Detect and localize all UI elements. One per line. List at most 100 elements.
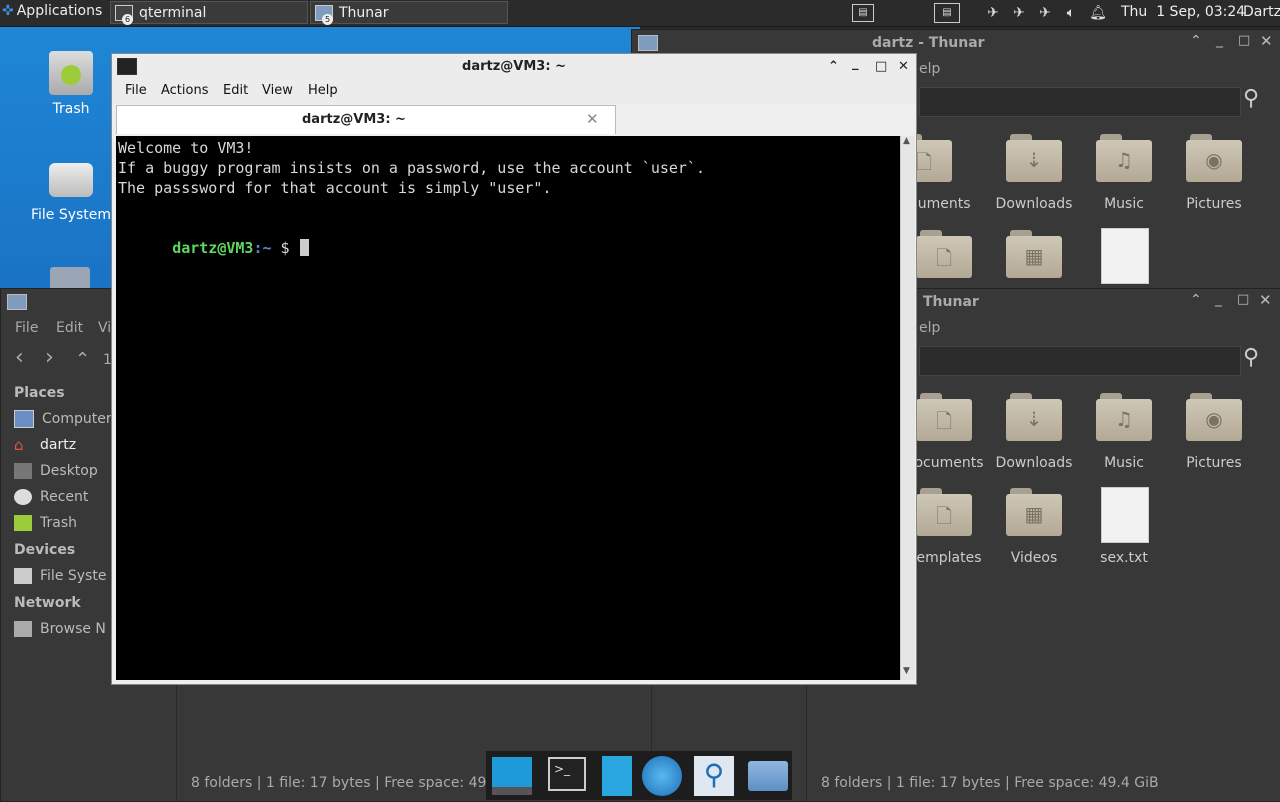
network-header: Network <box>14 595 81 611</box>
task-thunar[interactable]: 5 Thunar <box>310 1 508 25</box>
file-menu[interactable]: File <box>15 320 38 336</box>
pane-divider <box>806 684 807 801</box>
show-desktop-dock-icon[interactable] <box>492 757 532 795</box>
terminal-output[interactable]: Welcome to VM3! If a buggy program insis… <box>116 136 900 680</box>
close-button[interactable]: ✕ <box>1260 32 1273 50</box>
search-icon[interactable]: ⚲ <box>1243 86 1259 111</box>
close-button[interactable]: ✕ <box>898 54 909 80</box>
text-file-icon[interactable] <box>1101 487 1149 543</box>
maximize-button[interactable]: □ <box>1238 33 1250 48</box>
volume-icon[interactable]: 🔈︎ <box>1062 4 1080 22</box>
folder-pictures[interactable]: ◉ <box>1186 393 1242 441</box>
menu-actions[interactable]: Actions <box>161 83 209 98</box>
menu-edit[interactable]: Edit <box>223 83 248 98</box>
terminal-dock-icon[interactable]: >_ <box>548 757 586 791</box>
file-manager-dock-icon[interactable] <box>748 761 788 791</box>
forward-arrow-icon[interactable]: › <box>45 345 54 370</box>
search-dock-icon[interactable]: ⚲ <box>694 756 734 796</box>
network-icon-1[interactable]: ✈ <box>984 4 1002 22</box>
search-icon[interactable]: ⚲ <box>1243 345 1259 370</box>
back-arrow-icon[interactable]: ‹ <box>15 345 24 370</box>
status-bar-left: 8 folders | 1 file: 17 bytes | Free spac… <box>191 775 516 791</box>
menu-file[interactable]: File <box>125 83 147 98</box>
desktop-icon <box>14 463 32 479</box>
prompt-line: dartz@VM3:~ $ <box>118 218 309 278</box>
location-bar[interactable] <box>919 87 1241 117</box>
maximize-button[interactable]: □ <box>1237 292 1249 307</box>
prompt-symbol: $ <box>280 239 290 257</box>
desktop-icon-trash[interactable]: Trash <box>26 51 116 117</box>
terminal-app-icon <box>117 58 137 75</box>
maximize-button[interactable]: □ <box>875 54 887 80</box>
edit-menu[interactable]: Edit <box>56 320 83 336</box>
top-panel: ✜ Applications ⋮ 6 qterminal 5 Thunar ▤ … <box>0 0 1280 27</box>
minimize-button[interactable]: ⌃ <box>1190 292 1202 308</box>
restore-button[interactable]: _ <box>1215 291 1222 307</box>
show-desktop-icon[interactable]: ▤ <box>852 4 874 22</box>
sidebar-item-desktop[interactable]: Desktop <box>14 460 98 482</box>
text-cursor <box>299 239 309 256</box>
trash-icon <box>49 51 93 95</box>
sidebar-item-filesystem[interactable]: File Syste <box>14 565 106 587</box>
folder-templates[interactable]: 🗋 <box>916 488 972 536</box>
network-icon-3[interactable]: ✈ <box>1036 4 1054 22</box>
menu-help[interactable]: Help <box>308 83 338 98</box>
terminal-scrollbar[interactable]: ▲ ▼ <box>900 136 915 680</box>
network-icon-2[interactable]: ✈ <box>1010 4 1028 22</box>
close-tab-icon[interactable]: ✕ <box>586 110 599 128</box>
restore-button[interactable]: _ <box>852 51 859 77</box>
folder-pictures[interactable]: ◉ <box>1186 134 1242 182</box>
sidebar-item-computer[interactable]: Computer <box>14 408 112 430</box>
applications-icon: ✜ <box>2 3 14 19</box>
folder-music[interactable]: ♫ <box>1096 393 1152 441</box>
sidebar-item-recent[interactable]: Recent <box>14 486 88 508</box>
up-arrow-icon[interactable]: ⌃ <box>75 349 90 370</box>
desktop-icon-folder[interactable] <box>50 267 90 289</box>
folder-videos[interactable]: ▦ <box>1006 230 1062 278</box>
home-icon: ⌂ <box>14 436 24 454</box>
folder-downloads[interactable]: ⇣ <box>1006 134 1062 182</box>
window-title: dartz - Thunar <box>872 35 985 51</box>
drive-icon <box>14 568 32 584</box>
scroll-up-arrow-icon[interactable]: ▲ <box>903 136 910 146</box>
folder-downloads[interactable]: ⇣ <box>1006 393 1062 441</box>
clock[interactable]: Thu 1 Sep, 03:24 <box>1121 4 1245 20</box>
sidebar-item-home[interactable]: ⌂ dartz <box>14 434 76 456</box>
folder-music[interactable]: ♫ <box>1096 134 1152 182</box>
output-line: Welcome to VM3! <box>118 139 254 157</box>
terminal-tab[interactable]: dartz@VM3: ~ ✕ <box>116 105 616 134</box>
minimize-button[interactable]: ⌃ <box>1190 33 1202 49</box>
location-bar[interactable] <box>919 346 1241 376</box>
text-file-icon[interactable] <box>1101 228 1149 284</box>
file-cabinet-dock-icon[interactable] <box>602 756 632 796</box>
clock-icon <box>14 489 32 505</box>
applications-menu-button[interactable]: ✜ Applications ⋮ <box>2 3 119 19</box>
scroll-down-arrow-icon[interactable]: ▼ <box>903 666 910 676</box>
desktop-icon-filesystem[interactable]: File System <box>26 159 116 223</box>
folder-documents[interactable]: 🗋 <box>916 393 972 441</box>
task-qterminal[interactable]: 6 qterminal <box>110 1 308 25</box>
qterminal-tray-icon[interactable]: ▤ <box>934 3 960 23</box>
view-menu[interactable]: Vi <box>98 320 111 336</box>
output-line: If a buggy program insists on a password… <box>118 159 705 177</box>
terminal-menubar: File Actions Edit View Help <box>112 80 916 104</box>
help-menu[interactable]: elp <box>919 320 940 336</box>
folder-videos[interactable]: ▦ <box>1006 488 1062 536</box>
sidebar-item-browse-network[interactable]: Browse N <box>14 618 106 640</box>
close-button[interactable]: ✕ <box>1259 291 1272 309</box>
window-title: Thunar <box>923 294 979 310</box>
restore-button[interactable]: _ <box>1216 32 1223 48</box>
prompt-user: dartz@VM3 <box>172 239 254 257</box>
notification-bell-icon[interactable]: 🔔︎ <box>1089 4 1107 22</box>
web-browser-dock-icon[interactable] <box>642 756 682 796</box>
folder-label: Pictures <box>1186 196 1242 212</box>
trash-icon <box>14 515 32 531</box>
prompt-path: :~ <box>253 239 272 257</box>
sidebar-item-trash[interactable]: Trash <box>14 512 77 534</box>
qterminal-window: dartz@VM3: ~ ⌃ _ □ ✕ File Actions Edit V… <box>111 53 917 685</box>
folder-templates[interactable]: 🗋 <box>916 230 972 278</box>
help-menu[interactable]: elp <box>919 61 940 77</box>
minimize-button[interactable]: ⌃ <box>828 54 839 80</box>
user-menu[interactable]: Dartz <box>1243 4 1280 20</box>
menu-view[interactable]: View <box>262 83 293 98</box>
